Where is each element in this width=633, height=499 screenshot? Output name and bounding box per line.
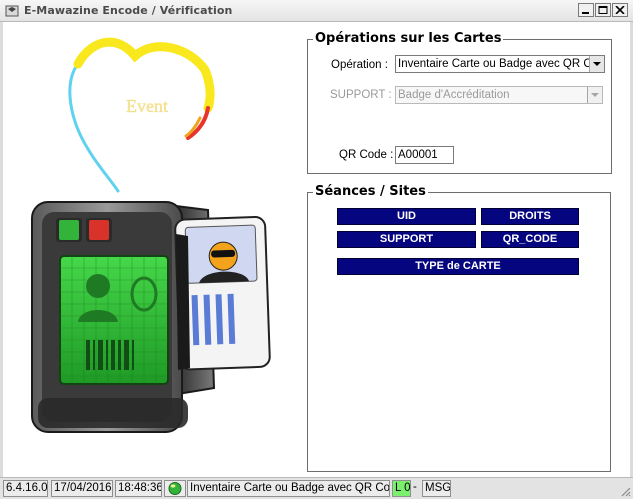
- qr-code-input[interactable]: A00001: [395, 146, 454, 164]
- window-frame-left: [0, 22, 3, 477]
- support-dropdown-button[interactable]: [587, 87, 602, 103]
- status-date: 17/04/2016: [51, 480, 113, 497]
- minimize-icon: [582, 12, 589, 14]
- maximize-button[interactable]: [595, 3, 611, 17]
- status-level: L 0: [392, 480, 411, 497]
- status-msg: MSG: [422, 480, 451, 497]
- operation-select[interactable]: Inventaire Carte ou Badge avec QR Code: [395, 55, 605, 73]
- status-operation: Inventaire Carte ou Badge avec QR Code: [187, 480, 390, 497]
- app-icon[interactable]: [5, 4, 20, 18]
- chevron-down-icon: [593, 62, 601, 66]
- operation-label: Opération :: [331, 59, 388, 71]
- operations-group-title: Opérations sur les Cartes: [313, 30, 504, 48]
- support-button[interactable]: SUPPORT: [337, 231, 476, 248]
- logo-text: Event: [126, 96, 168, 116]
- type-de-carte-button[interactable]: TYPE de CARTE: [337, 258, 579, 275]
- support-select-value: Badge d'Accréditation: [398, 89, 510, 101]
- close-icon: [615, 6, 625, 14]
- droits-button[interactable]: DROITS: [481, 208, 579, 225]
- green-ball-icon: [168, 482, 182, 495]
- title-bar: E-Mawazine Encode / Vérification: [0, 0, 633, 22]
- qr-code-button[interactable]: QR_CODE: [481, 231, 579, 248]
- status-separator: -: [413, 481, 417, 493]
- qr-code-label: QR Code :: [339, 149, 394, 161]
- maximize-icon: [598, 6, 608, 14]
- chevron-down-icon: [591, 93, 599, 97]
- resize-grip-icon[interactable]: [619, 485, 631, 497]
- uid-button[interactable]: UID: [337, 208, 476, 225]
- close-button[interactable]: [612, 3, 628, 17]
- operation-select-value: Inventaire Carte ou Badge avec QR Code: [398, 58, 605, 70]
- support-select[interactable]: Badge d'Accréditation: [395, 86, 603, 104]
- minimize-button[interactable]: [578, 3, 594, 17]
- support-label: SUPPORT :: [330, 89, 392, 101]
- card-reader-illustration: [31, 201, 271, 433]
- status-indicator: [164, 480, 186, 497]
- status-time: 18:48:36: [115, 480, 162, 497]
- event-logo: Event: [68, 37, 215, 193]
- status-bar: 6.4.16.0 17/04/2016 18:48:36 Inventaire …: [0, 477, 633, 499]
- status-version: 6.4.16.0: [3, 480, 48, 497]
- seances-group-title: Séances / Sites: [313, 183, 428, 201]
- operation-dropdown-button[interactable]: [589, 56, 604, 72]
- window-title: E-Mawazine Encode / Vérification: [24, 4, 233, 17]
